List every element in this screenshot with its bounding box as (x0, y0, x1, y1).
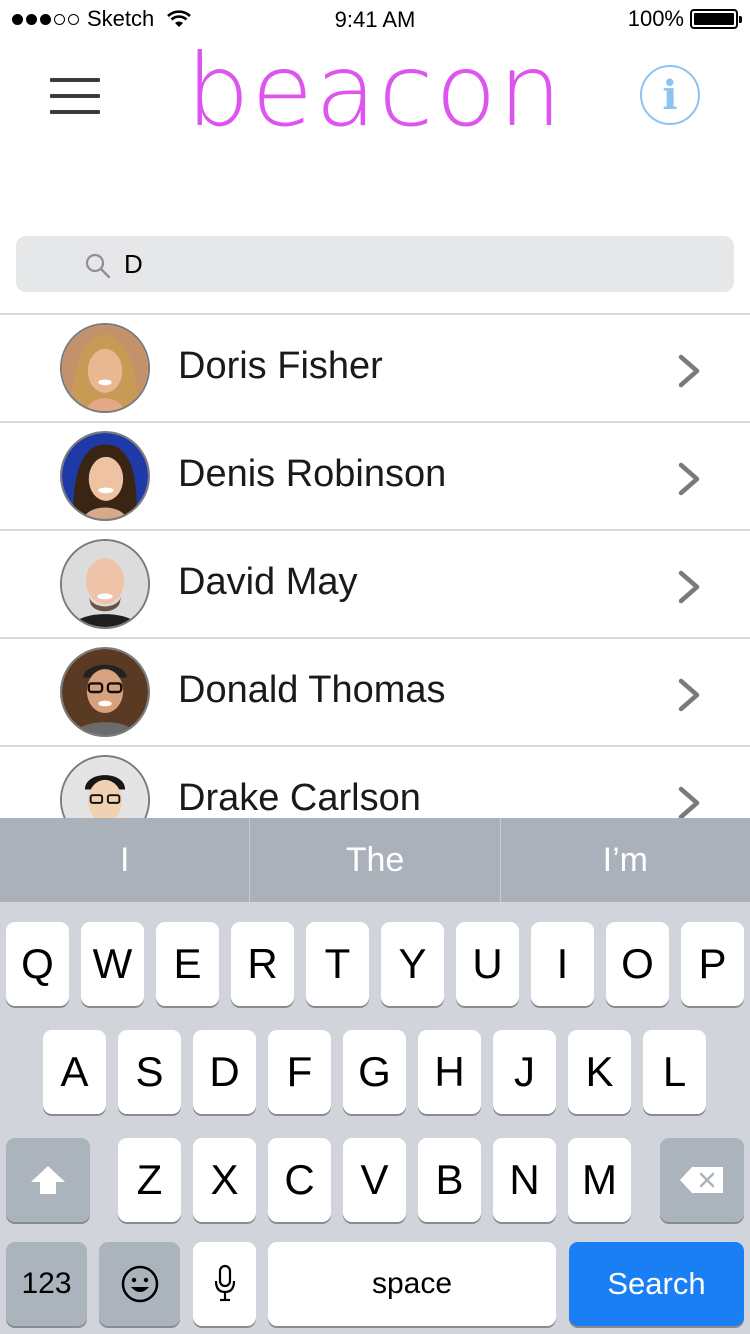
contact-name: David May (178, 561, 358, 603)
key-n[interactable]: N (493, 1138, 556, 1222)
key-p[interactable]: P (681, 922, 744, 1006)
contact-list: Doris Fisher Denis Robinson David May Do… (0, 313, 750, 818)
delete-key[interactable] (660, 1138, 744, 1222)
search-input[interactable] (124, 236, 704, 292)
key-i[interactable]: I (531, 922, 594, 1006)
keyboard: I The I’m Q W E R T Y U I O P A S D F G … (0, 818, 750, 1334)
key-q[interactable]: Q (6, 922, 69, 1006)
avatar (60, 431, 150, 521)
battery-percent: 100% (627, 6, 684, 31)
avatar (60, 647, 150, 737)
key-j[interactable]: J (493, 1030, 556, 1114)
status-right: 100% (627, 6, 742, 32)
emoji-icon (121, 1265, 158, 1303)
key-h[interactable]: H (418, 1030, 481, 1114)
emoji-key[interactable] (99, 1242, 180, 1326)
shift-key[interactable] (6, 1138, 90, 1222)
list-item[interactable]: Doris Fisher (0, 315, 750, 423)
key-o[interactable]: O (606, 922, 669, 1006)
battery-icon (690, 9, 742, 29)
avatar (60, 539, 150, 629)
key-s[interactable]: S (118, 1030, 181, 1114)
key-c[interactable]: C (268, 1138, 331, 1222)
chevron-right-icon (678, 462, 700, 496)
prediction-2[interactable]: The (250, 818, 501, 902)
list-item[interactable]: Drake Carlson (0, 747, 750, 818)
key-a[interactable]: A (43, 1030, 106, 1114)
dictation-key[interactable] (193, 1242, 256, 1326)
app-logo: beacon (186, 32, 564, 149)
key-e[interactable]: E (156, 922, 219, 1006)
prediction-1[interactable]: I (0, 818, 251, 902)
list-item[interactable]: Donald Thomas (0, 639, 750, 747)
contact-name: Donald Thomas (178, 669, 446, 711)
backspace-icon (680, 1167, 723, 1193)
avatar (60, 323, 150, 413)
chevron-right-icon (678, 786, 700, 818)
key-f[interactable]: F (268, 1030, 331, 1114)
predictive-bar: I The I’m (0, 818, 750, 902)
list-item[interactable]: Denis Robinson (0, 423, 750, 531)
contact-name: Doris Fisher (178, 345, 383, 387)
key-v[interactable]: V (343, 1138, 406, 1222)
key-z[interactable]: Z (118, 1138, 181, 1222)
chevron-right-icon (678, 570, 700, 604)
chevron-right-icon (678, 354, 700, 388)
chevron-right-icon (678, 678, 700, 712)
contact-name: Denis Robinson (178, 453, 447, 495)
info-icon[interactable]: i (640, 65, 700, 125)
key-k[interactable]: K (568, 1030, 631, 1114)
key-u[interactable]: U (456, 922, 519, 1006)
key-l[interactable]: L (643, 1030, 706, 1114)
contact-name: Drake Carlson (178, 777, 421, 818)
key-b[interactable]: B (418, 1138, 481, 1222)
key-y[interactable]: Y (381, 922, 444, 1006)
key-m[interactable]: M (568, 1138, 631, 1222)
key-t[interactable]: T (306, 922, 369, 1006)
search-icon (85, 253, 111, 279)
avatar (60, 755, 150, 818)
list-item[interactable]: David May (0, 531, 750, 639)
key-g[interactable]: G (343, 1030, 406, 1114)
search-bar[interactable] (16, 236, 734, 292)
key-d[interactable]: D (193, 1030, 256, 1114)
prediction-3[interactable]: I’m (501, 818, 750, 902)
key-r[interactable]: R (231, 922, 294, 1006)
space-key[interactable]: space (268, 1242, 556, 1326)
shift-arrow-icon (31, 1166, 65, 1194)
key-w[interactable]: W (81, 922, 144, 1006)
search-key[interactable]: Search (569, 1242, 744, 1326)
microphone-icon (214, 1264, 235, 1302)
numbers-key[interactable]: 123 (6, 1242, 87, 1326)
key-x[interactable]: X (193, 1138, 256, 1222)
